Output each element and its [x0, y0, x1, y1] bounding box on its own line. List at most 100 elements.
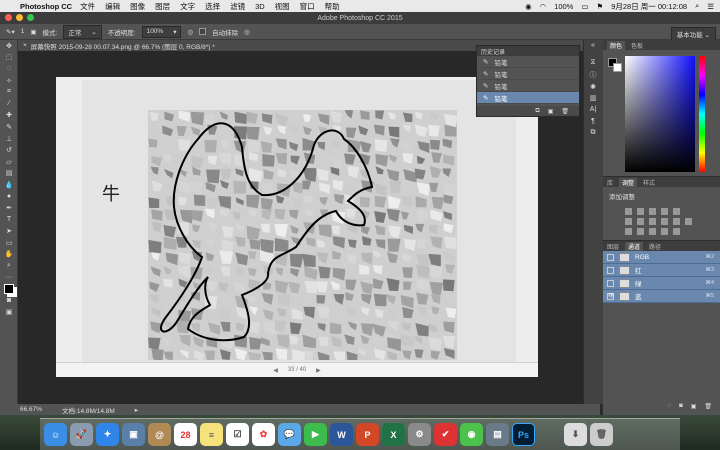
eraser-tool-icon[interactable]: ▱	[0, 156, 18, 168]
eyedropper-tool-icon[interactable]: ⁄	[0, 98, 18, 110]
channel-row[interactable]: RGB ⌘2	[603, 251, 720, 264]
character-panel-icon[interactable]: A|	[584, 104, 602, 116]
menu-image[interactable]: 图像	[130, 1, 145, 12]
wifi-icon[interactable]: ◠	[540, 2, 547, 11]
color-field[interactable]	[625, 56, 695, 172]
marquee-tool-icon[interactable]: ⬚	[0, 52, 18, 64]
quick-select-tool-icon[interactable]: ✧	[0, 75, 18, 87]
brush-panel-icon[interactable]: ▣	[30, 28, 36, 36]
app-menu[interactable]: Photoshop CC	[20, 2, 72, 11]
menu-help[interactable]: 帮助	[325, 1, 340, 12]
menu-type[interactable]: 文字	[180, 1, 195, 12]
doc-size[interactable]: 文档:14.8M/14.8M	[62, 405, 115, 415]
app-store-icon[interactable]: ✔	[434, 423, 457, 446]
clock[interactable]: 9月28日 周一 00:12:08	[611, 1, 687, 12]
move-tool-icon[interactable]: ✥	[0, 40, 18, 52]
invert-icon[interactable]	[625, 228, 632, 235]
vibrance-icon[interactable]	[673, 208, 680, 215]
next-page-icon[interactable]: ▶	[316, 367, 321, 374]
color-lookup-icon[interactable]	[685, 218, 692, 225]
facetime-icon[interactable]: ▶	[304, 423, 327, 446]
status-arrow-icon[interactable]: ▸	[135, 406, 138, 414]
snapshot-icon[interactable]: ▣	[548, 108, 554, 115]
history-item[interactable]: ✎ 铅笔	[477, 68, 579, 80]
load-selection-icon[interactable]: ◌	[668, 403, 672, 409]
list-icon[interactable]: ☰	[707, 2, 714, 11]
black-white-icon[interactable]	[649, 218, 656, 225]
contacts-icon[interactable]: @	[148, 423, 171, 446]
save-selection-icon[interactable]: ◙	[679, 403, 683, 409]
photos-icon[interactable]: ✿	[252, 423, 275, 446]
gradient-map-icon[interactable]	[661, 228, 668, 235]
wechat-tray-icon[interactable]: ◉	[525, 2, 532, 11]
messages-icon[interactable]: 💬	[278, 423, 301, 446]
minimize-button[interactable]	[16, 14, 23, 21]
preview-icon[interactable]: ▣	[122, 423, 145, 446]
new-channel-icon[interactable]: ▣	[691, 403, 697, 410]
quick-mask-icon[interactable]: ◙	[0, 295, 18, 307]
opacity-input[interactable]: 100% ▾	[141, 25, 182, 38]
menu-edit[interactable]: 编辑	[105, 1, 120, 12]
hand-tool-icon[interactable]: ✋	[0, 249, 18, 261]
close-button[interactable]	[5, 14, 12, 21]
tab-adjustments[interactable]: 调整	[619, 177, 638, 187]
calendar-icon[interactable]: 28	[174, 423, 197, 446]
photoshop-icon[interactable]: Ps	[512, 423, 535, 446]
tab-swatches[interactable]: 色板	[631, 41, 643, 50]
hue-slider[interactable]	[699, 56, 705, 172]
zoom-tool-icon[interactable]: ⌕	[0, 260, 18, 272]
prev-page-icon[interactable]: ◀	[273, 367, 278, 374]
mode-select[interactable]: 正常 ⌄	[63, 24, 102, 39]
blur-tool-icon[interactable]: 💧	[0, 179, 18, 191]
finder-icon[interactable]: ☺	[44, 423, 67, 446]
visibility-eye-icon[interactable]: 👁	[607, 292, 614, 300]
posterize-icon[interactable]	[637, 228, 644, 235]
curves-icon[interactable]	[649, 208, 656, 215]
dodge-tool-icon[interactable]: ●	[0, 191, 18, 203]
path-select-tool-icon[interactable]: ➤	[0, 226, 18, 238]
more-tools-icon[interactable]: ···	[0, 272, 18, 284]
selective-color-icon[interactable]	[673, 228, 680, 235]
channel-row[interactable]: 红 ⌘3	[603, 264, 720, 277]
notes-icon[interactable]: ≡	[200, 423, 223, 446]
background-swatch[interactable]	[613, 63, 622, 72]
image-capture-icon[interactable]: ▤	[486, 423, 509, 446]
history-item[interactable]: ✎ 铅笔	[477, 80, 579, 92]
menu-filter[interactable]: 滤镜	[230, 1, 245, 12]
clone-source-icon[interactable]: ⧉	[584, 127, 602, 139]
type-tool-icon[interactable]: T	[0, 214, 18, 226]
word-icon[interactable]: W	[330, 423, 353, 446]
wechat-icon[interactable]: ◉	[460, 423, 483, 446]
trash-icon[interactable]: 🗑	[704, 403, 712, 410]
menu-3d[interactable]: 3D	[255, 2, 265, 11]
tab-libraries[interactable]: 库	[607, 178, 613, 187]
document-canvas[interactable]: 牛 ★ ◀ 33 / 40 ▶	[56, 77, 538, 377]
menu-view[interactable]: 视图	[275, 1, 290, 12]
visibility-eye-icon[interactable]	[607, 253, 614, 261]
shape-tool-icon[interactable]: ▭	[0, 237, 18, 249]
stamp-tool-icon[interactable]: ⊥	[0, 133, 18, 145]
brightness-icon[interactable]	[625, 208, 632, 215]
pressure-size-icon[interactable]: ◎	[244, 28, 250, 36]
powerpoint-icon[interactable]: P	[356, 423, 379, 446]
tab-styles[interactable]: 样式	[643, 178, 655, 187]
channel-mixer-icon[interactable]	[673, 218, 680, 225]
history-item-selected[interactable]: ✎ 铅笔	[477, 92, 579, 104]
history-panel-icon[interactable]: ⧖	[584, 58, 602, 70]
tab-paths[interactable]: 路径	[649, 242, 661, 251]
launchpad-icon[interactable]: 🚀	[70, 423, 93, 446]
crop-tool-icon[interactable]: ⌗	[0, 86, 18, 98]
lasso-tool-icon[interactable]: ◌	[0, 63, 18, 75]
pressure-opacity-icon[interactable]: ◎	[187, 28, 193, 36]
menu-file[interactable]: 文件	[80, 1, 95, 12]
tab-layers[interactable]: 图层	[607, 242, 619, 251]
history-brush-tool-icon[interactable]: ↺	[0, 144, 18, 156]
history-panel-header[interactable]: 历史记录	[477, 46, 579, 56]
panel-expand-icon[interactable]: «	[584, 40, 602, 52]
close-tab-icon[interactable]: ×	[23, 42, 27, 49]
brush-presets-icon[interactable]: ▥	[584, 92, 602, 104]
tab-channels[interactable]: 通道	[625, 241, 644, 251]
reminders-icon[interactable]: ☑	[226, 423, 249, 446]
workspace-select[interactable]: 基本功能 ⌄	[670, 27, 716, 41]
hue-saturation-icon[interactable]	[625, 218, 632, 225]
